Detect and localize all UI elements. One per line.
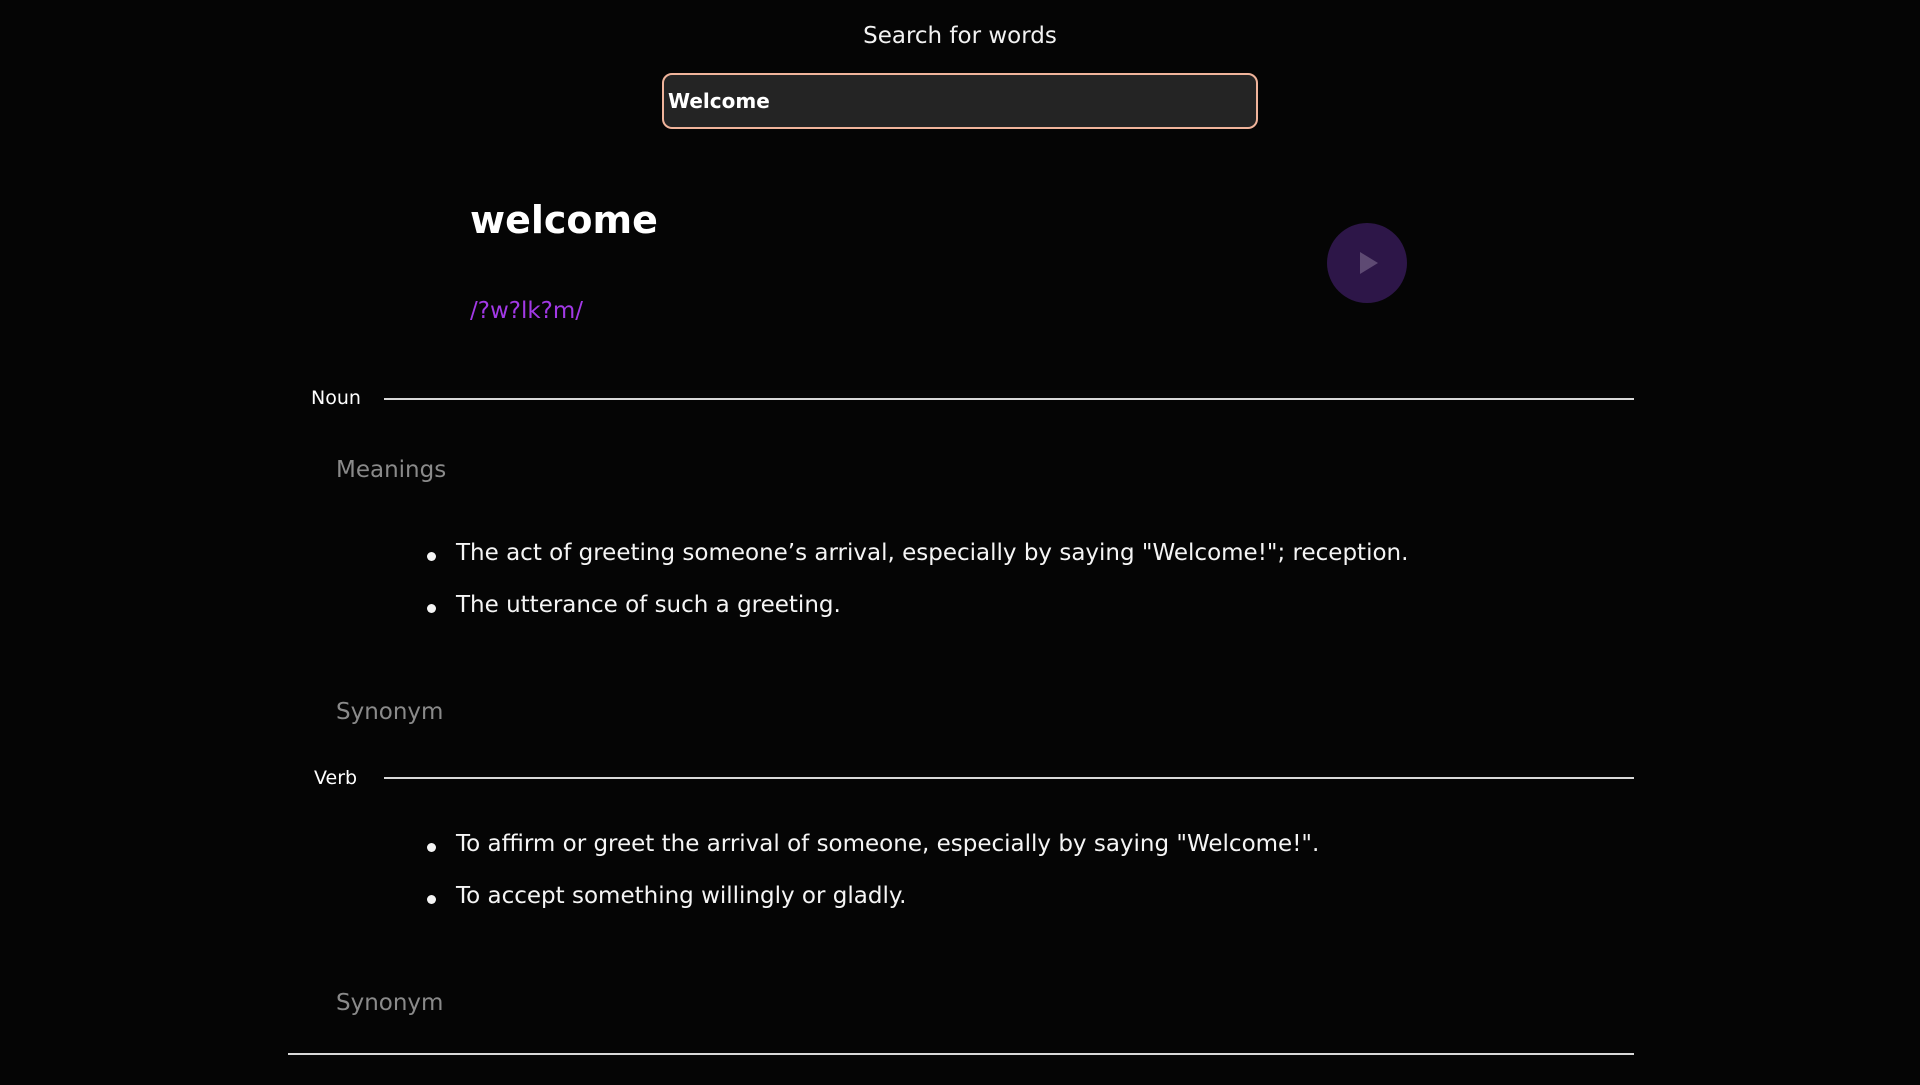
search-input[interactable] [662, 73, 1258, 129]
bullet [427, 552, 436, 561]
word-title: welcome [470, 198, 658, 242]
definition-text: The utterance of such a greeting. [456, 592, 841, 618]
bullet [427, 843, 436, 852]
definition-text: To accept something willingly or gladly. [456, 883, 907, 909]
bottom-divider [288, 1053, 1634, 1055]
part-of-speech-noun: Noun [311, 387, 361, 409]
noun-synonym-heading: Synonym [336, 699, 444, 725]
definition-text: To affirm or greet the arrival of someon… [456, 831, 1320, 857]
part-of-speech-verb: Verb [314, 767, 358, 789]
play-audio-button[interactable] [1327, 223, 1407, 303]
dictionary-page: Search for words welcome /?w?lk?m/ Noun … [0, 0, 1920, 1085]
phonetic-text: /?w?lk?m/ [470, 298, 584, 324]
noun-divider [384, 398, 1634, 400]
play-icon [1360, 252, 1378, 274]
verb-synonym-heading: Synonym [336, 990, 444, 1016]
bullet [427, 895, 436, 904]
search-label: Search for words [863, 23, 1057, 49]
verb-divider [384, 777, 1634, 779]
meanings-heading: Meanings [336, 457, 447, 483]
definition-text: The act of greeting someone’s arrival, e… [456, 540, 1409, 566]
bullet [427, 604, 436, 613]
